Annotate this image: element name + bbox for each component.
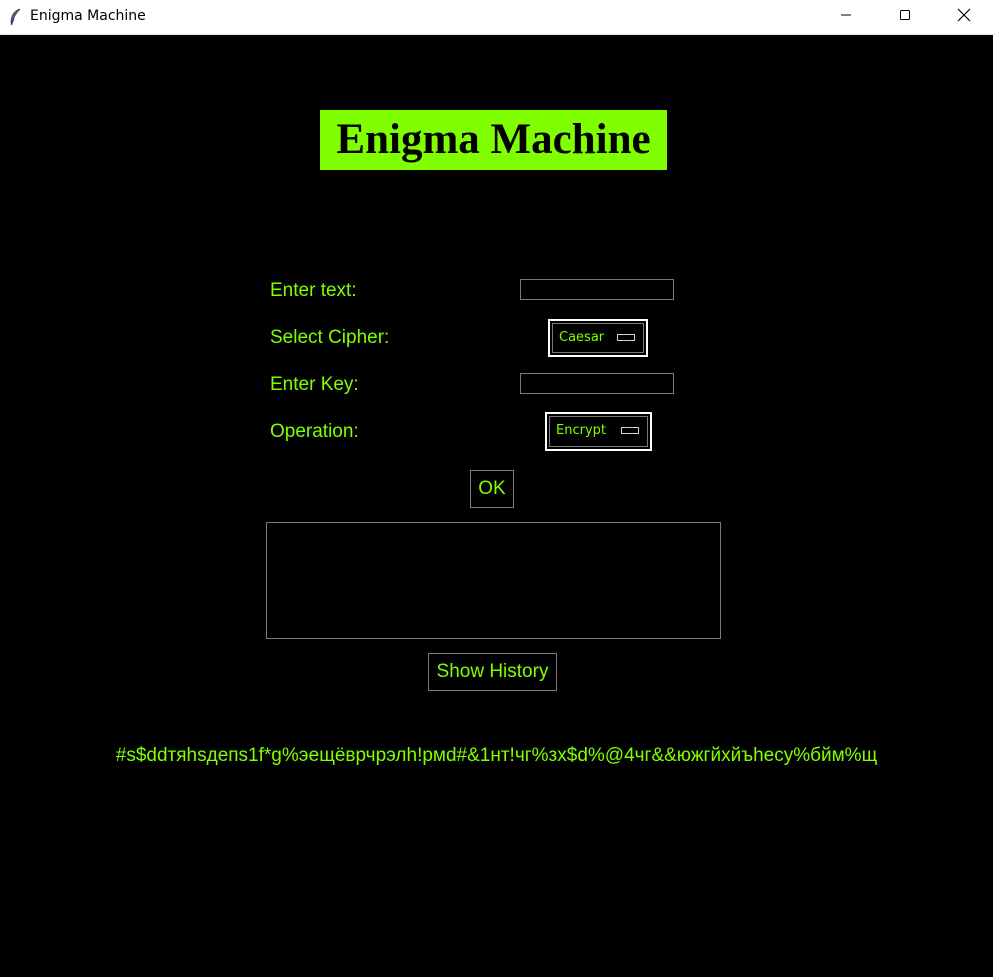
key-input[interactable] — [520, 373, 674, 394]
window-title: Enigma Machine — [30, 8, 146, 24]
minimize-button[interactable] — [823, 0, 869, 34]
cipher-selected-value: Caesar — [559, 330, 605, 345]
maximize-button[interactable] — [882, 0, 928, 34]
operation-select[interactable]: Encrypt — [545, 412, 652, 451]
dropdown-indicator-icon — [617, 334, 635, 341]
operation-label: Operation: — [270, 421, 359, 442]
close-button[interactable] — [941, 0, 987, 34]
feather-icon — [8, 8, 24, 26]
text-input[interactable] — [520, 279, 674, 300]
enter-text-label: Enter text: — [270, 280, 357, 301]
app-window-body: Enigma Machine Enter text: Select Cipher… — [0, 35, 993, 977]
operation-selected-value: Encrypt — [556, 423, 606, 438]
close-icon — [957, 8, 971, 27]
window-titlebar: Enigma Machine — [0, 0, 995, 35]
select-cipher-label: Select Cipher: — [270, 327, 390, 348]
dropdown-indicator-icon — [621, 427, 639, 434]
app-heading: Enigma Machine — [320, 110, 667, 170]
output-textbox[interactable] — [266, 522, 721, 639]
show-history-button[interactable]: Show History — [428, 653, 557, 691]
cipher-select[interactable]: Caesar — [548, 319, 648, 357]
result-text: #s$ddтяhsдепs1f*g%эещёврчрэлh!рмd#&1нт!ч… — [115, 745, 878, 766]
ok-button[interactable]: OK — [470, 470, 514, 508]
minimize-icon — [840, 8, 852, 26]
enter-key-label: Enter Key: — [270, 374, 359, 395]
maximize-icon — [899, 8, 911, 26]
